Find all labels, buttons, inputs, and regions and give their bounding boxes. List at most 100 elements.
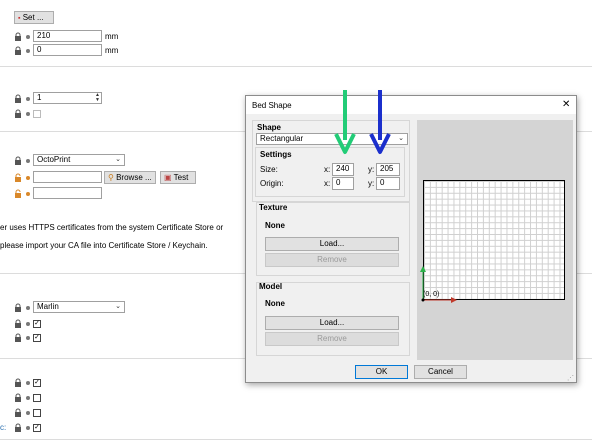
lock-icon[interactable] xyxy=(13,408,23,418)
lock-icon[interactable] xyxy=(13,94,23,104)
status-dot xyxy=(26,322,30,326)
model-value: None xyxy=(265,299,285,308)
search-icon: ⚲ xyxy=(108,173,114,182)
origin-label: Origin: xyxy=(260,179,284,188)
lock-icon[interactable] xyxy=(13,423,23,433)
gcode-flavor-select[interactable]: Marlin ⌄ xyxy=(33,301,125,313)
test-label: Test xyxy=(173,173,189,182)
bed-shape-dialog: Bed Shape ✕ Shape Rectangular ⌄ Settings… xyxy=(245,95,577,383)
chevron-down-icon: ⌄ xyxy=(115,303,121,310)
set-button[interactable]: ▪ Set ... xyxy=(14,11,54,24)
status-dot xyxy=(26,396,30,400)
row2-input[interactable]: 0 xyxy=(33,44,102,56)
status-dot xyxy=(26,35,30,39)
lock-icon[interactable] xyxy=(13,333,23,343)
origin-marker-label: (0, 0) xyxy=(423,291,440,298)
texture-title: Texture xyxy=(259,203,288,212)
test-button[interactable]: ▣ Test xyxy=(160,171,196,184)
cert-info-text: er uses HTTPS certificates from the syst… xyxy=(0,223,224,232)
cert-info-text: please import your CA file into Certific… xyxy=(0,241,208,250)
size-label: Size: xyxy=(260,165,278,174)
lock-icon[interactable] xyxy=(13,109,23,119)
texture-group: Texture None Load... Remove xyxy=(256,202,410,276)
lock-icon[interactable] xyxy=(13,319,23,329)
divider xyxy=(0,439,592,440)
set-button-label: Set ... xyxy=(22,13,44,22)
cancel-button[interactable]: Cancel xyxy=(414,365,467,379)
chevron-down-icon: ⌄ xyxy=(398,135,404,142)
lock-icon[interactable] xyxy=(13,303,23,313)
row1-unit: mm xyxy=(105,32,119,41)
checkbox[interactable] xyxy=(33,394,41,402)
status-dot xyxy=(26,381,30,385)
divider xyxy=(0,66,592,67)
status-dot xyxy=(26,306,30,310)
status-dot xyxy=(26,336,30,340)
origin-y-input[interactable]: 0 xyxy=(376,177,400,190)
size-y-input[interactable]: 205 xyxy=(376,163,400,176)
checkbox[interactable] xyxy=(33,409,41,417)
status-dot xyxy=(26,49,30,53)
texture-value: None xyxy=(265,221,285,230)
checkbox-checked[interactable]: ✓ xyxy=(33,320,41,328)
origin-y-label: y: xyxy=(368,179,375,188)
host-type-value: OctoPrint xyxy=(37,155,71,164)
size-x-label: x: xyxy=(324,165,331,174)
row1-input[interactable]: 210 xyxy=(33,30,102,42)
settings-title: Settings xyxy=(260,150,292,159)
status-dot xyxy=(26,97,30,101)
shape-value: Rectangular xyxy=(260,134,304,143)
size-y-label: y: xyxy=(368,165,375,174)
checkbox-checked[interactable]: ✓ xyxy=(33,424,41,432)
status-dot xyxy=(26,112,30,116)
status-dot xyxy=(26,176,30,180)
status-dot xyxy=(26,159,30,163)
model-title: Model xyxy=(259,282,283,291)
lock-icon[interactable] xyxy=(13,393,23,403)
lock-icon[interactable] xyxy=(13,46,23,56)
set-button-icon: ▪ xyxy=(18,15,21,22)
unlock-icon[interactable] xyxy=(13,189,23,199)
row2-unit: mm xyxy=(105,46,119,55)
status-dot xyxy=(26,426,30,430)
resize-grip-icon[interactable]: ⋰ xyxy=(567,374,574,382)
model-load-button[interactable]: Load... xyxy=(265,316,399,330)
texture-remove-button[interactable]: Remove xyxy=(265,253,399,267)
model-group: Model None Load... Remove xyxy=(256,282,410,356)
row-label-fragment: c: xyxy=(0,423,7,432)
shape-group-title: Shape xyxy=(257,123,282,132)
lock-icon[interactable] xyxy=(13,156,23,166)
gcode-flavor-value: Marlin xyxy=(37,302,59,311)
annotation-arrow-size-x xyxy=(334,90,356,154)
host-type-select[interactable]: OctoPrint ⌄ xyxy=(33,154,125,166)
axes-icon xyxy=(420,266,457,303)
checkbox-checked[interactable]: ✓ xyxy=(33,334,41,342)
spin-arrows-icon[interactable]: ▲ ▼ xyxy=(95,93,100,103)
api-key-input[interactable] xyxy=(33,187,102,199)
texture-load-button[interactable]: Load... xyxy=(265,237,399,251)
status-dot xyxy=(26,192,30,196)
status-dot xyxy=(26,411,30,415)
close-icon[interactable]: ✕ xyxy=(562,99,570,110)
dialog-title: Bed Shape xyxy=(252,101,292,110)
origin-x-label: x: xyxy=(324,179,331,188)
bed-preview: (0, 0) xyxy=(417,120,573,360)
checkbox[interactable] xyxy=(33,110,41,118)
spin-value: 1 xyxy=(37,93,42,102)
ok-button[interactable]: OK xyxy=(355,365,408,379)
unlock-icon[interactable] xyxy=(13,173,23,183)
browse-label: Browse ... xyxy=(116,173,152,182)
annotation-arrow-size-y xyxy=(369,90,391,154)
browse-button[interactable]: ⚲ Browse ... xyxy=(104,171,156,184)
model-remove-button[interactable]: Remove xyxy=(265,332,399,346)
dialog-titlebar[interactable]: Bed Shape ✕ xyxy=(246,96,576,114)
spin-input[interactable]: 1 ▲ ▼ xyxy=(33,92,102,104)
chevron-down-icon: ⌄ xyxy=(115,156,121,163)
lock-icon[interactable] xyxy=(13,378,23,388)
host-address-input[interactable] xyxy=(33,171,102,183)
origin-x-input[interactable]: 0 xyxy=(332,177,354,190)
size-x-input[interactable]: 240 xyxy=(332,163,354,176)
checkbox-checked[interactable]: ✓ xyxy=(33,379,41,387)
lock-icon[interactable] xyxy=(13,32,23,42)
test-icon: ▣ xyxy=(164,173,172,182)
